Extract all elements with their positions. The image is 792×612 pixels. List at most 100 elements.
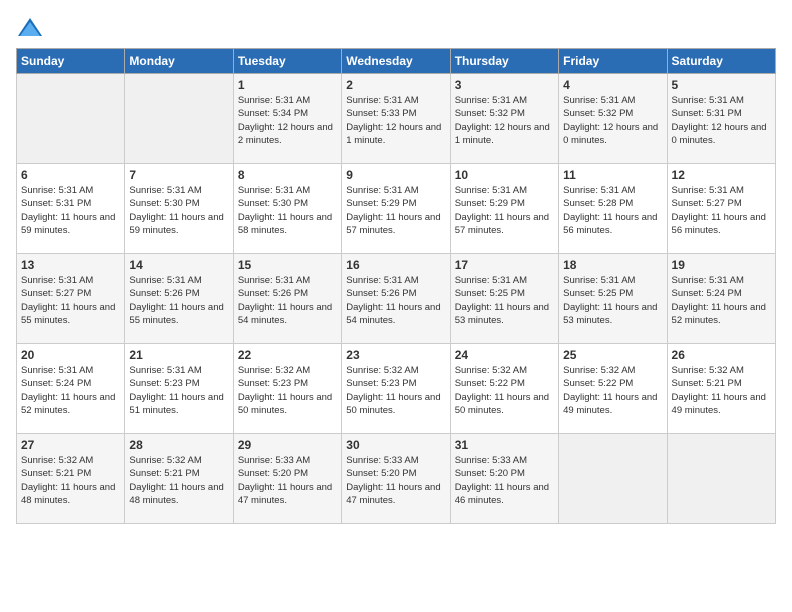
- day-info: Sunrise: 5:31 AMSunset: 5:32 PMDaylight:…: [455, 94, 554, 147]
- calendar-cell: 4 Sunrise: 5:31 AMSunset: 5:32 PMDayligh…: [559, 74, 667, 164]
- calendar-cell: 13 Sunrise: 5:31 AMSunset: 5:27 PMDaylig…: [17, 254, 125, 344]
- weekday-header: Wednesday: [342, 49, 450, 74]
- day-info: Sunrise: 5:33 AMSunset: 5:20 PMDaylight:…: [238, 454, 337, 507]
- weekday-header: Saturday: [667, 49, 775, 74]
- calendar-cell: 12 Sunrise: 5:31 AMSunset: 5:27 PMDaylig…: [667, 164, 775, 254]
- day-number: 1: [238, 78, 337, 92]
- calendar-cell: 29 Sunrise: 5:33 AMSunset: 5:20 PMDaylig…: [233, 434, 341, 524]
- day-number: 12: [672, 168, 771, 182]
- weekday-header: Monday: [125, 49, 233, 74]
- day-info: Sunrise: 5:31 AMSunset: 5:25 PMDaylight:…: [563, 274, 662, 327]
- day-number: 31: [455, 438, 554, 452]
- day-info: Sunrise: 5:31 AMSunset: 5:32 PMDaylight:…: [563, 94, 662, 147]
- header: [16, 16, 776, 38]
- day-number: 27: [21, 438, 120, 452]
- day-info: Sunrise: 5:31 AMSunset: 5:27 PMDaylight:…: [672, 184, 771, 237]
- day-number: 10: [455, 168, 554, 182]
- weekday-header: Sunday: [17, 49, 125, 74]
- calendar-cell: 23 Sunrise: 5:32 AMSunset: 5:23 PMDaylig…: [342, 344, 450, 434]
- calendar-cell: 26 Sunrise: 5:32 AMSunset: 5:21 PMDaylig…: [667, 344, 775, 434]
- day-info: Sunrise: 5:31 AMSunset: 5:24 PMDaylight:…: [21, 364, 120, 417]
- day-info: Sunrise: 5:31 AMSunset: 5:30 PMDaylight:…: [129, 184, 228, 237]
- day-number: 23: [346, 348, 445, 362]
- day-number: 7: [129, 168, 228, 182]
- day-info: Sunrise: 5:32 AMSunset: 5:21 PMDaylight:…: [129, 454, 228, 507]
- day-info: Sunrise: 5:32 AMSunset: 5:21 PMDaylight:…: [672, 364, 771, 417]
- day-info: Sunrise: 5:32 AMSunset: 5:23 PMDaylight:…: [238, 364, 337, 417]
- logo: [16, 16, 48, 38]
- day-info: Sunrise: 5:31 AMSunset: 5:27 PMDaylight:…: [21, 274, 120, 327]
- day-info: Sunrise: 5:31 AMSunset: 5:23 PMDaylight:…: [129, 364, 228, 417]
- calendar-cell: 3 Sunrise: 5:31 AMSunset: 5:32 PMDayligh…: [450, 74, 558, 164]
- day-info: Sunrise: 5:31 AMSunset: 5:33 PMDaylight:…: [346, 94, 445, 147]
- day-number: 11: [563, 168, 662, 182]
- day-info: Sunrise: 5:31 AMSunset: 5:25 PMDaylight:…: [455, 274, 554, 327]
- day-number: 6: [21, 168, 120, 182]
- calendar-cell: 8 Sunrise: 5:31 AMSunset: 5:30 PMDayligh…: [233, 164, 341, 254]
- day-info: Sunrise: 5:31 AMSunset: 5:26 PMDaylight:…: [129, 274, 228, 327]
- calendar-cell: 16 Sunrise: 5:31 AMSunset: 5:26 PMDaylig…: [342, 254, 450, 344]
- day-info: Sunrise: 5:31 AMSunset: 5:31 PMDaylight:…: [21, 184, 120, 237]
- day-number: 18: [563, 258, 662, 272]
- calendar-cell: [17, 74, 125, 164]
- day-number: 28: [129, 438, 228, 452]
- day-number: 21: [129, 348, 228, 362]
- calendar-cell: 31 Sunrise: 5:33 AMSunset: 5:20 PMDaylig…: [450, 434, 558, 524]
- day-info: Sunrise: 5:31 AMSunset: 5:31 PMDaylight:…: [672, 94, 771, 147]
- calendar-cell: 11 Sunrise: 5:31 AMSunset: 5:28 PMDaylig…: [559, 164, 667, 254]
- day-number: 15: [238, 258, 337, 272]
- calendar-cell: 17 Sunrise: 5:31 AMSunset: 5:25 PMDaylig…: [450, 254, 558, 344]
- calendar-cell: 1 Sunrise: 5:31 AMSunset: 5:34 PMDayligh…: [233, 74, 341, 164]
- day-info: Sunrise: 5:32 AMSunset: 5:22 PMDaylight:…: [455, 364, 554, 417]
- day-info: Sunrise: 5:33 AMSunset: 5:20 PMDaylight:…: [455, 454, 554, 507]
- day-number: 22: [238, 348, 337, 362]
- day-number: 8: [238, 168, 337, 182]
- day-number: 2: [346, 78, 445, 92]
- calendar-cell: 7 Sunrise: 5:31 AMSunset: 5:30 PMDayligh…: [125, 164, 233, 254]
- calendar-cell: 21 Sunrise: 5:31 AMSunset: 5:23 PMDaylig…: [125, 344, 233, 434]
- day-info: Sunrise: 5:31 AMSunset: 5:26 PMDaylight:…: [346, 274, 445, 327]
- day-info: Sunrise: 5:31 AMSunset: 5:34 PMDaylight:…: [238, 94, 337, 147]
- calendar-header: SundayMondayTuesdayWednesdayThursdayFrid…: [17, 49, 776, 74]
- weekday-header: Tuesday: [233, 49, 341, 74]
- day-number: 14: [129, 258, 228, 272]
- day-info: Sunrise: 5:32 AMSunset: 5:22 PMDaylight:…: [563, 364, 662, 417]
- day-number: 5: [672, 78, 771, 92]
- calendar-cell: 22 Sunrise: 5:32 AMSunset: 5:23 PMDaylig…: [233, 344, 341, 434]
- calendar-body: 1 Sunrise: 5:31 AMSunset: 5:34 PMDayligh…: [17, 74, 776, 524]
- day-info: Sunrise: 5:31 AMSunset: 5:29 PMDaylight:…: [346, 184, 445, 237]
- calendar-cell: 28 Sunrise: 5:32 AMSunset: 5:21 PMDaylig…: [125, 434, 233, 524]
- day-info: Sunrise: 5:32 AMSunset: 5:21 PMDaylight:…: [21, 454, 120, 507]
- day-info: Sunrise: 5:32 AMSunset: 5:23 PMDaylight:…: [346, 364, 445, 417]
- day-number: 20: [21, 348, 120, 362]
- day-number: 19: [672, 258, 771, 272]
- calendar-cell: 2 Sunrise: 5:31 AMSunset: 5:33 PMDayligh…: [342, 74, 450, 164]
- calendar-cell: 14 Sunrise: 5:31 AMSunset: 5:26 PMDaylig…: [125, 254, 233, 344]
- day-number: 24: [455, 348, 554, 362]
- calendar-cell: 10 Sunrise: 5:31 AMSunset: 5:29 PMDaylig…: [450, 164, 558, 254]
- day-number: 30: [346, 438, 445, 452]
- day-number: 25: [563, 348, 662, 362]
- logo-icon: [16, 16, 44, 38]
- calendar-cell: 6 Sunrise: 5:31 AMSunset: 5:31 PMDayligh…: [17, 164, 125, 254]
- calendar-cell: [125, 74, 233, 164]
- day-number: 17: [455, 258, 554, 272]
- calendar-cell: 24 Sunrise: 5:32 AMSunset: 5:22 PMDaylig…: [450, 344, 558, 434]
- calendar-cell: 30 Sunrise: 5:33 AMSunset: 5:20 PMDaylig…: [342, 434, 450, 524]
- day-number: 26: [672, 348, 771, 362]
- calendar-cell: 27 Sunrise: 5:32 AMSunset: 5:21 PMDaylig…: [17, 434, 125, 524]
- day-number: 13: [21, 258, 120, 272]
- day-number: 16: [346, 258, 445, 272]
- day-number: 29: [238, 438, 337, 452]
- day-number: 9: [346, 168, 445, 182]
- day-number: 4: [563, 78, 662, 92]
- calendar-cell: 19 Sunrise: 5:31 AMSunset: 5:24 PMDaylig…: [667, 254, 775, 344]
- calendar-cell: 9 Sunrise: 5:31 AMSunset: 5:29 PMDayligh…: [342, 164, 450, 254]
- day-info: Sunrise: 5:31 AMSunset: 5:30 PMDaylight:…: [238, 184, 337, 237]
- calendar-cell: [559, 434, 667, 524]
- calendar-cell: 5 Sunrise: 5:31 AMSunset: 5:31 PMDayligh…: [667, 74, 775, 164]
- day-info: Sunrise: 5:31 AMSunset: 5:29 PMDaylight:…: [455, 184, 554, 237]
- calendar-cell: 15 Sunrise: 5:31 AMSunset: 5:26 PMDaylig…: [233, 254, 341, 344]
- day-number: 3: [455, 78, 554, 92]
- calendar-cell: 25 Sunrise: 5:32 AMSunset: 5:22 PMDaylig…: [559, 344, 667, 434]
